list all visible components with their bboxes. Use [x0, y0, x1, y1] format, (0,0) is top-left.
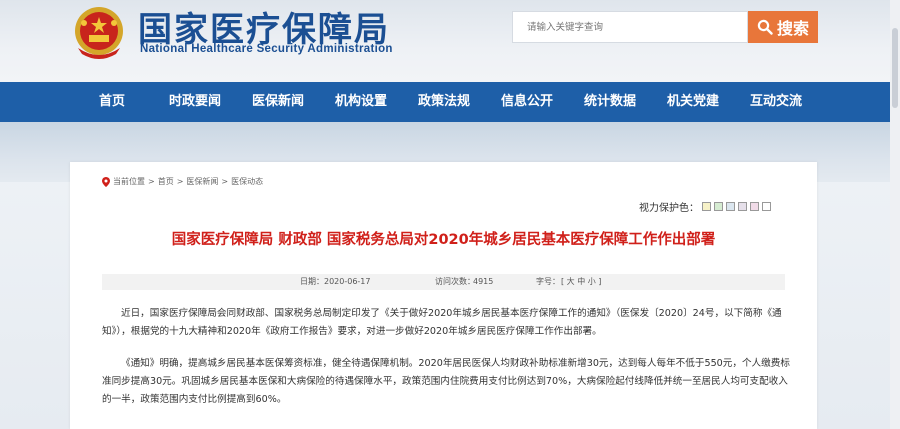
nav-item-statistics[interactable]: 统计数据: [584, 82, 636, 122]
nav-item-organization[interactable]: 机构设置: [335, 82, 387, 122]
nav-item-politics-news[interactable]: 时政要闻: [169, 82, 221, 122]
font-size-label: 字号：: [536, 277, 560, 286]
breadcrumb-healthcare-updates[interactable]: 医保动态: [231, 176, 263, 187]
vision-swatch-blue[interactable]: [726, 202, 735, 211]
vision-swatch-gray[interactable]: [738, 202, 747, 211]
article-paragraph: 近日，国家医疗保障局会同财政部、国家税务总局制定印发了《关于做好2020年城乡居…: [102, 308, 782, 337]
breadcrumb-separator: >: [176, 177, 184, 186]
nav-item-home[interactable]: 首页: [99, 82, 125, 122]
page-scrollbar[interactable]: [890, 0, 900, 429]
breadcrumb-separator: >: [148, 177, 155, 186]
search-button-label: 搜索: [776, 19, 809, 38]
breadcrumb-separator: >: [221, 177, 229, 186]
nav-item-info-disclosure[interactable]: 信息公开: [501, 82, 553, 122]
nav-item-policies[interactable]: 政策法规: [418, 82, 470, 122]
site-subtitle-en: National Healthcare Security Administrat…: [140, 43, 393, 55]
vision-swatch-green[interactable]: [714, 202, 723, 211]
vision-label: 视力保护色：: [639, 203, 699, 214]
vision-swatch-pink[interactable]: [750, 202, 759, 211]
font-size-options[interactable]: [ 大 中 小 ]: [561, 274, 601, 290]
search-button[interactable]: 搜索: [748, 11, 818, 43]
national-emblem-icon[interactable]: [70, 4, 128, 62]
article-title: 国家医疗保障局 财政部 国家税务总局对2020年城乡居民基本医疗保障工作作出部署: [171, 232, 716, 248]
nav-item-interaction[interactable]: 互动交流: [750, 82, 802, 122]
vision-swatch-yellow[interactable]: [702, 202, 711, 211]
site-header: 国家医疗保障局 National Healthcare Security Adm…: [0, 0, 900, 82]
breadcrumb-healthcare-news[interactable]: 医保新闻: [186, 176, 218, 187]
article-panel: 当前位置 > 首页 > 医保新闻 > 医保动态 视力保护色： 国家医疗保障局 财…: [70, 162, 817, 429]
visits-count: 4915: [473, 277, 494, 286]
breadcrumb: 当前位置 > 首页 > 医保新闻 > 医保动态: [102, 176, 263, 187]
breadcrumb-current-label: 当前位置: [113, 177, 145, 186]
article-date: 日期：2020-06-17: [300, 277, 371, 286]
article-paragraph: 《通知》明确，提高城乡居民基本医保筹资标准，健全待遇保障机制。2020年居民医保…: [102, 358, 790, 405]
vision-swatch-white[interactable]: [762, 202, 771, 211]
nav-item-healthcare-news[interactable]: 医保新闻: [252, 82, 304, 122]
article-meta-bar: 日期：2020-06-17 访问次数： 4915 字号： [ 大 中 小 ]: [102, 274, 785, 290]
visits-label: 访问次数：: [435, 277, 475, 286]
search-input[interactable]: [512, 11, 748, 43]
breadcrumb-home[interactable]: 首页: [158, 176, 174, 187]
main-nav: 首页 时政要闻 医保新闻 机构设置 政策法规 信息公开 统计数据 机关党建 互动…: [0, 82, 890, 122]
nav-item-party-building[interactable]: 机关党建: [667, 82, 719, 122]
location-pin-icon: [102, 176, 110, 187]
scrollbar-thumb[interactable]: [892, 28, 898, 108]
search-icon: [757, 19, 773, 35]
vision-protection-colors: 视力保护色：: [639, 199, 771, 214]
